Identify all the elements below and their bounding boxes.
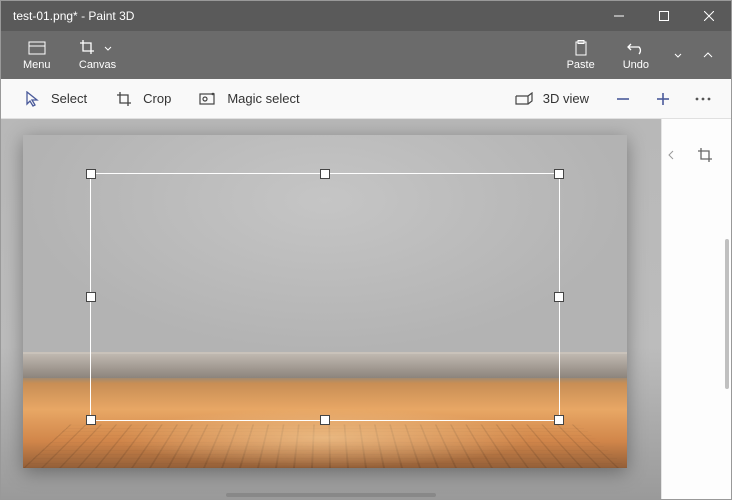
ribbon: Menu Canvas Paste Undo xyxy=(1,31,731,79)
paste-button[interactable]: Paste xyxy=(553,31,609,79)
horizontal-scrollbar[interactable] xyxy=(226,493,436,497)
magic-select-tool[interactable]: Magic select xyxy=(185,79,313,119)
filename: test-01.png* xyxy=(13,9,78,23)
resize-handle-se[interactable] xyxy=(554,415,564,425)
3d-view-button[interactable]: 3D view xyxy=(501,79,603,119)
minus-icon xyxy=(616,92,630,106)
maximize-button[interactable] xyxy=(641,1,686,31)
panel-crop-button[interactable] xyxy=(697,147,713,168)
canvas-label: Canvas xyxy=(79,59,116,71)
crop-tool[interactable]: Crop xyxy=(101,79,185,119)
crop-icon xyxy=(115,91,133,107)
collapse-ribbon-button[interactable] xyxy=(693,31,723,79)
resize-handle-ne[interactable] xyxy=(554,169,564,179)
crop-canvas-icon xyxy=(79,39,95,58)
maximize-icon xyxy=(659,11,669,21)
app-name: Paint 3D xyxy=(88,9,134,23)
more-button[interactable] xyxy=(683,79,723,119)
select-label: Select xyxy=(51,91,87,106)
toolbar: Select Crop Magic select 3D view xyxy=(1,79,731,119)
title-bar: test-01.png* - Paint 3D xyxy=(1,1,731,31)
history-dropdown[interactable] xyxy=(663,31,693,79)
undo-icon xyxy=(627,39,645,57)
resize-handle-nw[interactable] xyxy=(86,169,96,179)
panel-collapse-button[interactable] xyxy=(668,147,674,165)
selection-box[interactable] xyxy=(90,173,560,421)
resize-handle-n[interactable] xyxy=(320,169,330,179)
vertical-scrollbar[interactable] xyxy=(725,239,729,389)
chevron-up-icon xyxy=(703,52,713,58)
zoom-out-button[interactable] xyxy=(603,79,643,119)
close-button[interactable] xyxy=(686,1,731,31)
menu-button[interactable]: Menu xyxy=(9,31,65,79)
pointer-icon xyxy=(23,91,41,107)
plus-icon xyxy=(656,92,670,106)
select-tool[interactable]: Select xyxy=(9,79,101,119)
chevron-down-icon xyxy=(674,53,682,58)
resize-handle-w[interactable] xyxy=(86,292,96,302)
work-area xyxy=(1,119,731,499)
paste-label: Paste xyxy=(567,59,595,71)
magic-select-icon xyxy=(199,92,217,106)
crop-icon xyxy=(697,147,713,163)
canvas-viewport[interactable] xyxy=(1,119,661,499)
minimize-button[interactable] xyxy=(596,1,641,31)
window-title: test-01.png* - Paint 3D xyxy=(1,9,596,23)
chevron-left-icon xyxy=(668,150,674,160)
3d-box-icon xyxy=(515,92,533,106)
chevron-down-icon xyxy=(99,46,117,51)
3d-view-label: 3D view xyxy=(543,91,589,106)
canvas-button[interactable]: Canvas xyxy=(65,31,131,79)
side-panel xyxy=(661,119,731,499)
resize-handle-s[interactable] xyxy=(320,415,330,425)
undo-label: Undo xyxy=(623,59,649,71)
zoom-in-button[interactable] xyxy=(643,79,683,119)
menu-label: Menu xyxy=(23,59,51,71)
resize-handle-e[interactable] xyxy=(554,292,564,302)
resize-handle-sw[interactable] xyxy=(86,415,96,425)
close-icon xyxy=(704,11,714,21)
minimize-icon xyxy=(614,11,624,21)
crop-label: Crop xyxy=(143,91,171,106)
hamburger-icon xyxy=(28,39,46,57)
more-icon xyxy=(695,97,711,101)
magic-select-label: Magic select xyxy=(227,91,299,106)
undo-button[interactable]: Undo xyxy=(609,31,663,79)
clipboard-icon xyxy=(574,39,588,57)
